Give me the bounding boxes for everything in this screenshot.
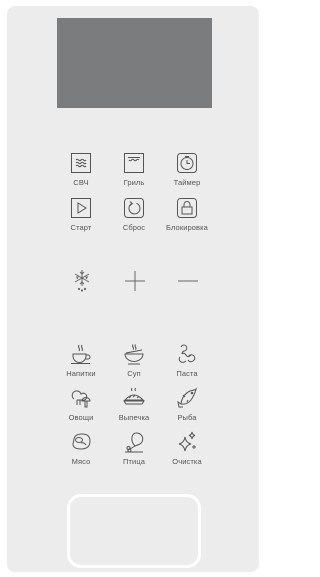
display-screen: [57, 18, 212, 108]
program-drinks-button[interactable]: Напитки: [54, 343, 108, 393]
grill-label: Гриль: [123, 178, 145, 187]
timer-button[interactable]: Таймер: [160, 152, 214, 202]
program-fish-button[interactable]: Рыба: [160, 387, 214, 437]
microwave-button[interactable]: СВЧ: [54, 152, 108, 202]
microwave-waves-icon: [70, 152, 92, 174]
pasta-icon: [176, 343, 198, 365]
start-label: Старт: [70, 223, 92, 232]
start-button[interactable]: Старт: [54, 197, 108, 247]
lock-button[interactable]: Блокировка: [160, 197, 214, 247]
program-poultry-button[interactable]: Птица: [107, 431, 161, 481]
grill-icon: [123, 152, 145, 174]
fish-icon: [176, 387, 198, 409]
defrost-button[interactable]: [69, 267, 95, 293]
vegetables-label: Овощи: [68, 413, 94, 422]
poultry-label: Птица: [123, 457, 145, 466]
plus-button[interactable]: [122, 268, 148, 294]
timer-icon: [176, 152, 198, 174]
reset-icon: [123, 197, 145, 219]
minus-button[interactable]: [175, 268, 201, 294]
program-pasta-button[interactable]: Паста: [160, 343, 214, 393]
sparkles-icon: [176, 431, 198, 453]
chicken-leg-icon: [123, 431, 145, 453]
meat-label: Мясо: [71, 457, 91, 466]
cleaning-label: Очистка: [172, 457, 202, 466]
minus-icon: [175, 268, 201, 294]
defrost-snowflake-icon: [69, 267, 95, 293]
program-vegetables-button[interactable]: Овощи: [54, 387, 108, 437]
reset-label: Сброс: [122, 223, 146, 232]
program-cleaning-button[interactable]: Очистка: [160, 431, 214, 481]
pie-icon: [123, 387, 145, 409]
soup-bowl-icon: [123, 343, 145, 365]
play-icon: [70, 197, 92, 219]
microwave-label: СВЧ: [73, 178, 89, 187]
fish-label: Рыба: [177, 413, 197, 422]
vegetables-icon: [70, 387, 92, 409]
baking-label: Выпечка: [118, 413, 150, 422]
soup-label: Суп: [127, 369, 141, 378]
grill-button[interactable]: Гриль: [107, 152, 161, 202]
door-open-button[interactable]: [67, 494, 201, 568]
steak-icon: [70, 431, 92, 453]
pasta-label: Паста: [176, 369, 198, 378]
drink-cup-icon: [70, 343, 92, 365]
drinks-label: Напитки: [66, 369, 96, 378]
lock-icon: [176, 197, 198, 219]
plus-icon: [122, 268, 148, 294]
lock-label: Блокировка: [166, 223, 208, 232]
program-soup-button[interactable]: Суп: [107, 343, 161, 393]
program-meat-button[interactable]: Мясо: [54, 431, 108, 481]
program-baking-button[interactable]: Выпечка: [107, 387, 161, 437]
reset-button[interactable]: Сброс: [107, 197, 161, 247]
timer-label: Таймер: [173, 178, 201, 187]
